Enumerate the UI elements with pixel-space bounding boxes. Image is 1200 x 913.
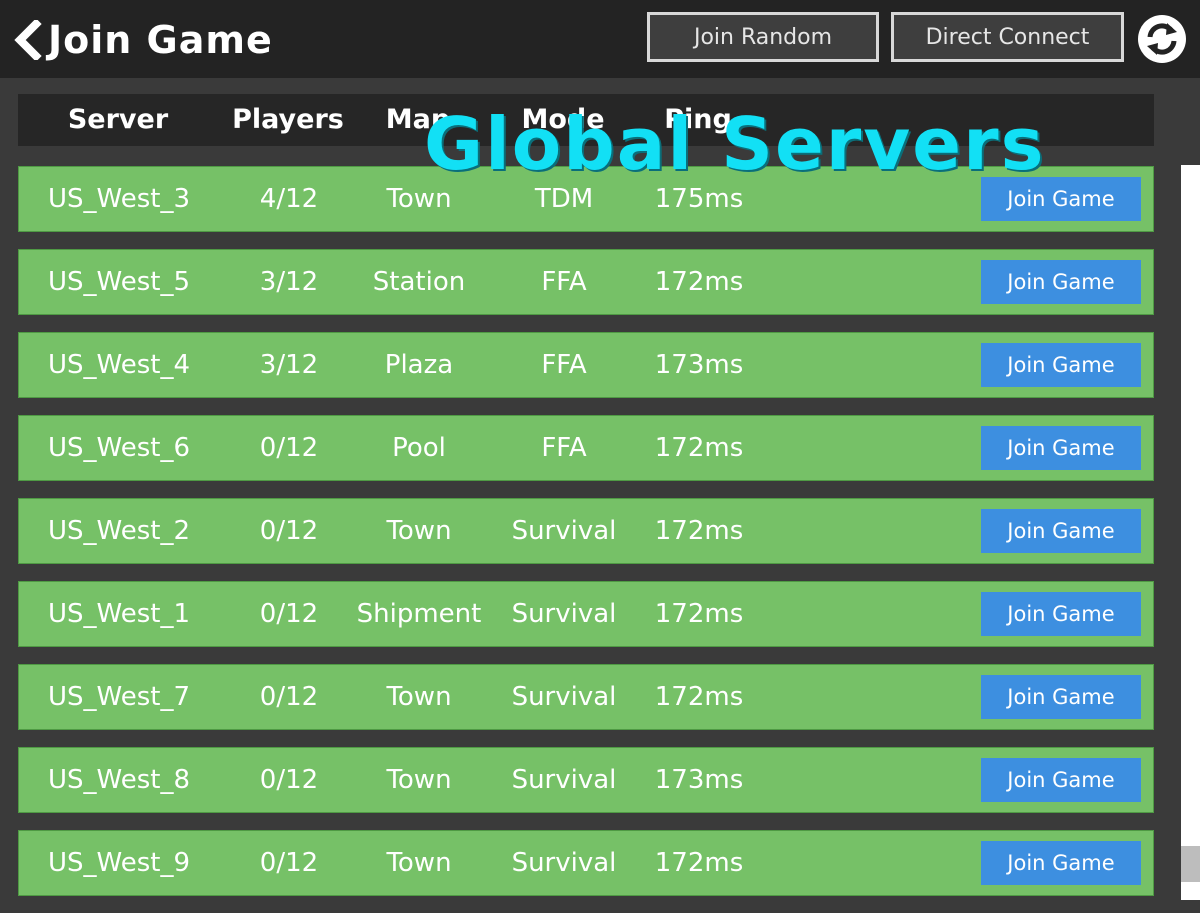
column-header-ping[interactable]: Ping (628, 94, 768, 146)
player-count: 0/12 (259, 682, 319, 712)
table-row: US_West_1 0/12 Shipment Survival 172ms J… (18, 581, 1154, 647)
table-row: US_West_2 0/12 Town Survival 172ms Join … (18, 498, 1154, 564)
table-row: US_West_3 4/12 Town TDM 175ms Join Game (18, 166, 1154, 232)
table-row: US_West_9 0/12 Town Survival 172ms Join … (18, 830, 1154, 896)
scrollbar-thumb[interactable] (1181, 846, 1200, 882)
join-game-button[interactable]: Join Game (981, 675, 1141, 719)
game-mode: Survival (511, 682, 617, 712)
server-name: US_West_1 (48, 599, 190, 629)
ping-value: 173ms (654, 350, 744, 380)
join-game-button[interactable]: Join Game (981, 260, 1141, 304)
player-count: 3/12 (259, 267, 319, 297)
player-count: 0/12 (259, 599, 319, 629)
join-random-button[interactable]: Join Random (647, 12, 879, 62)
player-count: 0/12 (259, 765, 319, 795)
server-name: US_West_9 (48, 848, 190, 878)
server-name: US_West_6 (48, 433, 190, 463)
map-name: Shipment (356, 599, 482, 629)
table-row: US_West_4 3/12 Plaza FFA 173ms Join Game (18, 332, 1154, 398)
ping-value: 172ms (654, 516, 744, 546)
game-mode: FFA (541, 350, 587, 380)
scrollbar[interactable] (1181, 165, 1200, 900)
ping-value: 172ms (654, 599, 744, 629)
game-mode: Survival (511, 599, 617, 629)
column-header-map[interactable]: Map (348, 94, 488, 146)
column-header-mode[interactable]: Mode (493, 94, 633, 146)
direct-connect-button[interactable]: Direct Connect (891, 12, 1124, 62)
top-bar: Join Game Join Random Direct Connect (0, 0, 1200, 78)
server-name: US_West_3 (48, 184, 190, 214)
player-count: 4/12 (259, 184, 319, 214)
player-count: 0/12 (259, 516, 319, 546)
column-header-server[interactable]: Server (18, 94, 218, 146)
page-title: Join Game (48, 18, 273, 62)
ping-value: 175ms (654, 184, 744, 214)
game-mode: TDM (534, 184, 594, 214)
map-name: Pool (392, 433, 446, 463)
map-name: Town (386, 516, 452, 546)
ping-value: 172ms (654, 433, 744, 463)
game-mode: Survival (511, 516, 617, 546)
server-name: US_West_2 (48, 516, 190, 546)
join-game-button[interactable]: Join Game (981, 841, 1141, 885)
server-name: US_West_7 (48, 682, 190, 712)
join-game-button[interactable]: Join Game (981, 426, 1141, 470)
game-mode: FFA (541, 433, 587, 463)
join-game-button[interactable]: Join Game (981, 592, 1141, 636)
ping-value: 172ms (654, 848, 744, 878)
refresh-button[interactable] (1136, 13, 1188, 65)
chevron-left-icon (12, 20, 42, 60)
game-mode: Survival (511, 848, 617, 878)
table-row: US_West_7 0/12 Town Survival 172ms Join … (18, 664, 1154, 730)
ping-value: 172ms (654, 267, 744, 297)
server-rows: US_West_3 4/12 Town TDM 175ms Join Game … (18, 166, 1154, 913)
server-name: US_West_4 (48, 350, 190, 380)
map-name: Town (386, 682, 452, 712)
map-name: Station (372, 267, 466, 297)
game-mode: Survival (511, 765, 617, 795)
join-game-button[interactable]: Join Game (981, 343, 1141, 387)
player-count: 3/12 (259, 350, 319, 380)
ping-value: 173ms (654, 765, 744, 795)
map-name: Plaza (384, 350, 454, 380)
map-name: Town (386, 765, 452, 795)
server-name: US_West_5 (48, 267, 190, 297)
server-list-panel: Server Players Map Mode Ping US_West_3 4… (18, 94, 1154, 900)
ping-value: 172ms (654, 682, 744, 712)
player-count: 0/12 (259, 433, 319, 463)
player-count: 0/12 (259, 848, 319, 878)
column-header-players[interactable]: Players (218, 94, 358, 146)
join-game-button[interactable]: Join Game (981, 177, 1141, 221)
table-header: Server Players Map Mode Ping (18, 94, 1154, 146)
join-game-button[interactable]: Join Game (981, 758, 1141, 802)
table-row: US_West_5 3/12 Station FFA 172ms Join Ga… (18, 249, 1154, 315)
refresh-icon (1136, 15, 1188, 69)
table-row: US_West_8 0/12 Town Survival 173ms Join … (18, 747, 1154, 813)
server-name: US_West_8 (48, 765, 190, 795)
map-name: Town (386, 184, 452, 214)
table-row: US_West_6 0/12 Pool FFA 172ms Join Game (18, 415, 1154, 481)
game-mode: FFA (541, 267, 587, 297)
back-button[interactable]: Join Game (12, 16, 273, 64)
join-game-button[interactable]: Join Game (981, 509, 1141, 553)
map-name: Town (386, 848, 452, 878)
